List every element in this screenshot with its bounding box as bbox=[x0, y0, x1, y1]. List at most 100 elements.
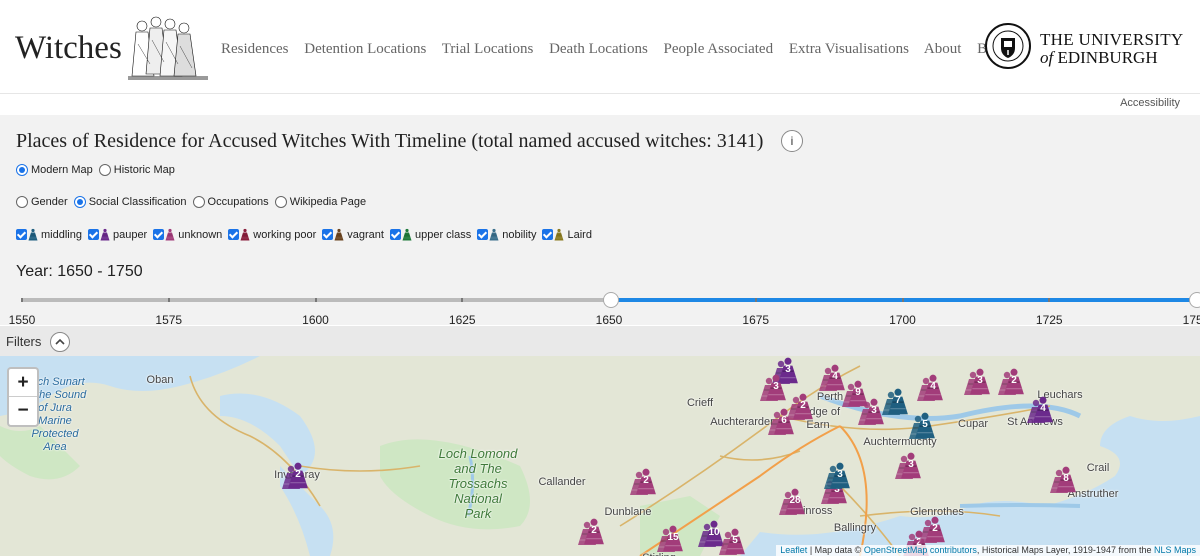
map-place-label-line: Area bbox=[43, 441, 67, 453]
nav-people-associated[interactable]: People Associated bbox=[664, 41, 774, 57]
timeline-slider-start-handle[interactable] bbox=[603, 292, 619, 308]
witch-cluster-marker[interactable]: 2 bbox=[919, 514, 946, 544]
legend-item-upper-class[interactable]: upper class bbox=[389, 228, 471, 241]
legend-label: unknown bbox=[178, 228, 223, 241]
witch-cluster-marker[interactable]: 2 bbox=[578, 516, 605, 546]
witch-cluster-marker[interactable]: 2 bbox=[282, 460, 309, 490]
legend-label: vagrant bbox=[347, 228, 384, 241]
legend-label: working poor bbox=[253, 228, 317, 241]
radio-occupations-label: Occupations bbox=[207, 196, 269, 208]
radio-historic-map[interactable]: Historic Map bbox=[98, 164, 175, 176]
info-icon[interactable]: i bbox=[781, 130, 803, 152]
legend-item-pauper[interactable]: pauper bbox=[87, 228, 147, 241]
timeline-slider-end-handle[interactable] bbox=[1189, 292, 1200, 308]
nav-about[interactable]: About bbox=[924, 41, 962, 57]
timeline-tick-label: 1750 bbox=[1182, 313, 1200, 327]
radio-gender-label: Gender bbox=[31, 196, 68, 208]
legend-label: nobility bbox=[502, 228, 537, 241]
filters-label[interactable]: Filters bbox=[6, 334, 41, 349]
university-seal-icon[interactable] bbox=[984, 22, 1032, 70]
nav-detention-locations[interactable]: Detention Locations bbox=[304, 41, 426, 57]
legend-item-nobility[interactable]: nobility bbox=[477, 228, 536, 241]
osm-link[interactable]: OpenStreetMap contributors bbox=[864, 545, 977, 555]
leaflet-link[interactable]: Leaflet bbox=[780, 545, 807, 555]
witch-cluster-marker[interactable]: 4 bbox=[1027, 394, 1054, 424]
timeline-tick-label: 1575 bbox=[155, 313, 183, 327]
nav-extra-visualisations[interactable]: Extra Visualisations bbox=[789, 41, 909, 57]
attribution-sep: | Map data © bbox=[807, 545, 864, 555]
zoom-out-button[interactable]: − bbox=[9, 397, 37, 424]
legend-item-unknown[interactable]: unknown bbox=[153, 228, 222, 241]
nav-death-locations[interactable]: Death Locations bbox=[549, 41, 648, 57]
witch-cluster-marker[interactable]: 5 bbox=[909, 410, 936, 440]
legend-checkbox[interactable] bbox=[542, 229, 554, 240]
radio-historic-map-dot[interactable] bbox=[98, 164, 111, 176]
site-brand[interactable]: Witches bbox=[15, 30, 122, 67]
legend-checkbox[interactable] bbox=[228, 229, 240, 240]
filters-toggle-button[interactable] bbox=[50, 332, 70, 352]
witch-cluster-marker[interactable]: 2 bbox=[787, 391, 814, 421]
witch-cluster-marker[interactable]: 5 bbox=[719, 526, 746, 556]
legend-checkbox[interactable] bbox=[389, 229, 401, 240]
map-attribution: Leaflet | Map data © OpenStreetMap contr… bbox=[776, 545, 1200, 556]
map-place-label-line: National bbox=[454, 491, 502, 506]
radio-occupations[interactable]: Occupations bbox=[192, 196, 269, 208]
legend-item-laird[interactable]: Laird bbox=[542, 228, 592, 241]
nls-link[interactable]: NLS Maps bbox=[1154, 545, 1196, 555]
witch-cluster-marker[interactable]: 2 bbox=[998, 366, 1025, 396]
legend-checkbox[interactable] bbox=[153, 229, 165, 240]
timeline-tick-label: 1675 bbox=[742, 313, 770, 327]
radio-wikipedia-page[interactable]: Wikipedia Page bbox=[274, 196, 366, 208]
chevron-up-icon bbox=[55, 338, 65, 345]
radio-modern-map[interactable]: Modern Map bbox=[16, 164, 93, 176]
radio-wikipedia-page-dot[interactable] bbox=[274, 196, 287, 208]
witch-cluster-marker[interactable]: 3 bbox=[760, 372, 787, 402]
witch-cluster-marker[interactable]: 15 bbox=[657, 523, 684, 553]
radio-social-classification[interactable]: Social Classification bbox=[73, 196, 187, 208]
university-name-line2: of EDINBURGH bbox=[1040, 49, 1184, 67]
map-place-label: Perth bbox=[816, 391, 844, 403]
map-place-label: Loch Lomond and The Trossachs National Park bbox=[439, 446, 518, 521]
map-place-label: Crail bbox=[1086, 462, 1110, 474]
legend-item-working-poor[interactable]: working poor bbox=[228, 228, 316, 241]
witch-cluster-marker[interactable]: 3 bbox=[895, 450, 922, 480]
legend-checkbox[interactable] bbox=[87, 229, 99, 240]
legend-checkbox[interactable] bbox=[16, 229, 27, 240]
witch-cluster-marker[interactable]: 3 bbox=[824, 460, 851, 490]
marker-count: 8 bbox=[1063, 473, 1069, 484]
legend-label: middling bbox=[41, 228, 82, 241]
university-wordmark[interactable]: THE UNIVERSITY of EDINBURGH bbox=[1040, 31, 1184, 67]
legend-item-vagrant[interactable]: vagrant bbox=[322, 228, 384, 241]
marker-count: 2 bbox=[643, 475, 649, 486]
category-legend: middling pauper unknown working poor vagrant… bbox=[16, 228, 598, 241]
radio-modern-map-dot[interactable] bbox=[16, 164, 28, 176]
legend-label: Laird bbox=[567, 228, 592, 241]
marker-count: 2 bbox=[295, 469, 301, 480]
radio-gender-dot[interactable] bbox=[16, 196, 28, 208]
witch-cluster-marker[interactable]: 3 bbox=[964, 366, 991, 396]
legend-checkbox[interactable] bbox=[477, 229, 489, 240]
zoom-in-button[interactable]: + bbox=[9, 369, 37, 397]
witch-cluster-marker[interactable]: 8 bbox=[1050, 464, 1077, 494]
marker-count: 2 bbox=[932, 523, 938, 534]
university-name-of: of bbox=[1040, 48, 1054, 67]
legend-item-middling[interactable]: middling bbox=[16, 228, 82, 241]
radio-occupations-dot[interactable] bbox=[192, 196, 205, 208]
witch-cluster-marker[interactable]: 4 bbox=[917, 372, 944, 402]
filters-bar bbox=[0, 326, 1200, 356]
accessibility-link[interactable]: Accessibility bbox=[1120, 97, 1180, 109]
legend-checkbox[interactable] bbox=[322, 229, 334, 240]
map-canvas[interactable]: Oban Loch Sunart to the Sound of Jura Marine… bbox=[0, 356, 1200, 556]
year-range-label: Year: 1650 - 1750 bbox=[16, 263, 143, 280]
marker-count: 4 bbox=[832, 371, 838, 382]
radio-gender[interactable]: Gender bbox=[16, 196, 68, 208]
witch-cluster-marker[interactable]: 7 bbox=[882, 386, 909, 416]
witch-cluster-marker[interactable]: 28 bbox=[779, 486, 806, 516]
witch-cluster-marker[interactable]: 2 bbox=[630, 466, 657, 496]
main-nav: Residences Detention Locations Trial Loc… bbox=[221, 41, 1018, 58]
nav-trial-locations[interactable]: Trial Locations bbox=[442, 41, 534, 57]
nav-residences[interactable]: Residences bbox=[221, 41, 288, 57]
university-name-line1: THE UNIVERSITY bbox=[1040, 30, 1184, 49]
timeline-tick-label: 1725 bbox=[1035, 313, 1063, 327]
radio-social-classification-dot[interactable] bbox=[73, 196, 86, 208]
